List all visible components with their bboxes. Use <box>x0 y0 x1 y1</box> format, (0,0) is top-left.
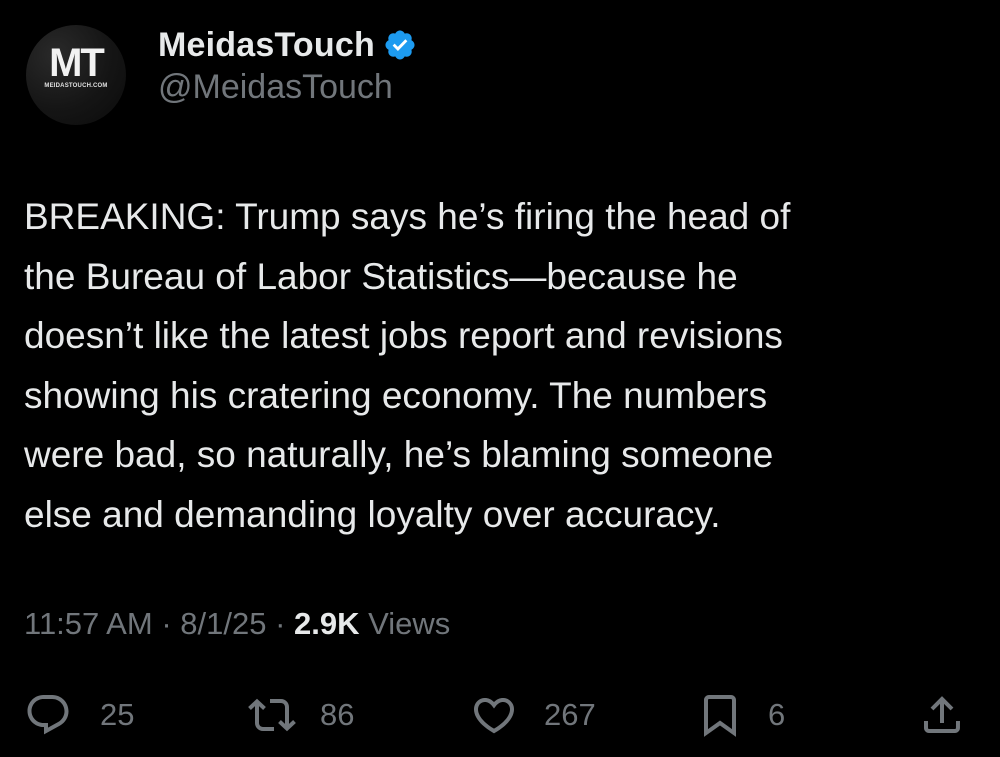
share-button[interactable] <box>918 687 966 743</box>
verified-badge-icon <box>383 28 417 62</box>
reply-button[interactable]: 25 <box>24 687 134 743</box>
views-count: 2.9K <box>294 606 360 641</box>
reply-count: 25 <box>100 697 135 732</box>
bookmark-button[interactable]: 6 <box>696 687 785 743</box>
reply-icon <box>24 691 72 739</box>
tweet-text: BREAKING: Trump says he’s firing the hea… <box>24 196 791 535</box>
author-name-row: MeidasTouch <box>158 24 417 66</box>
handle[interactable]: @MeidasTouch <box>158 68 393 107</box>
views-label: Views <box>368 606 451 641</box>
repost-icon <box>246 691 298 739</box>
meta-separator: · <box>275 606 286 641</box>
tweet-meta: 11:57 AM · 8/1/25 · 2.9K Views <box>24 606 450 642</box>
like-icon <box>468 691 520 739</box>
share-icon <box>918 691 966 739</box>
like-button[interactable]: 267 <box>468 687 596 743</box>
display-name[interactable]: MeidasTouch <box>158 26 375 65</box>
action-bar: 25 86 267 6 <box>0 687 1000 743</box>
avatar[interactable]: MT MEIDASTOUCH.COM <box>26 25 126 125</box>
tweet-time[interactable]: 11:57 AM <box>24 606 153 641</box>
tweet-date[interactable]: 8/1/25 <box>180 606 266 641</box>
avatar-logo-subtext: MEIDASTOUCH.COM <box>44 83 108 89</box>
like-count: 267 <box>544 697 596 732</box>
repost-button[interactable]: 86 <box>246 687 354 743</box>
bookmark-icon <box>696 691 744 739</box>
avatar-logo-mark: MT <box>49 41 105 85</box>
repost-count: 86 <box>320 697 355 732</box>
meta-separator: · <box>161 606 172 641</box>
bookmark-count: 6 <box>768 697 786 732</box>
